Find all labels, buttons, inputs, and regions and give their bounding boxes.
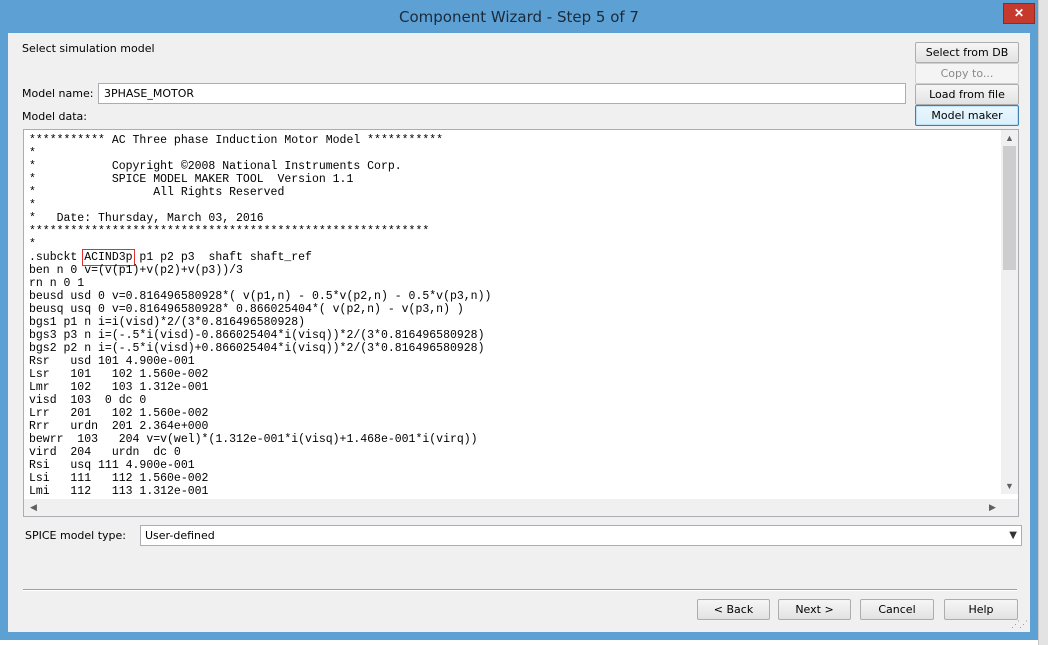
- close-button[interactable]: ✕: [1003, 3, 1035, 24]
- back-button[interactable]: < Back: [697, 599, 770, 620]
- code-line: * SPICE MODEL MAKER TOOL Version 1.1: [29, 173, 354, 186]
- model-name-input[interactable]: 3PHASE_MOTOR: [98, 83, 906, 104]
- scroll-up-icon[interactable]: ▲: [1001, 133, 1018, 143]
- select-from-db-button[interactable]: Select from DB: [915, 42, 1019, 63]
- spice-model-type-label: SPICE model type:: [25, 529, 127, 542]
- resize-grip-icon[interactable]: ⋰⋰: [1011, 619, 1028, 630]
- code-line: *: [29, 238, 36, 251]
- code-line: .subckt ACIND3p p1 p2 p3 shaft shaft_ref: [29, 249, 312, 266]
- code-line: ****************************************…: [29, 225, 430, 238]
- next-button[interactable]: Next >: [778, 599, 851, 620]
- component-wizard-window: Component Wizard - Step 5 of 7 ✕ Select …: [0, 0, 1038, 640]
- chevron-down-icon[interactable]: ▼: [1009, 526, 1017, 545]
- scroll-left-icon[interactable]: ◀: [25, 502, 42, 513]
- code-line: beusd usd 0 v=0.816496580928*( v(p1,n) -…: [29, 290, 492, 303]
- copy-to-button[interactable]: Copy to...: [915, 63, 1019, 84]
- model-data-editor[interactable]: *********** AC Three phase Induction Mot…: [23, 129, 1019, 517]
- spice-model-type-select[interactable]: User-defined ▼: [140, 525, 1022, 546]
- code-line: *: [29, 147, 36, 160]
- spice-model-type-value: User-defined: [145, 529, 215, 542]
- code-line: * Date: Thursday, March 03, 2016: [29, 212, 264, 225]
- scroll-down-icon[interactable]: ▼: [1001, 481, 1018, 491]
- window-title: Component Wizard - Step 5 of 7: [399, 8, 639, 26]
- code-line: *: [29, 199, 36, 212]
- wizard-content: Select simulation model Select from DB C…: [8, 33, 1030, 632]
- close-icon: ✕: [1013, 6, 1025, 20]
- vertical-scrollbar[interactable]: ▲ ▼: [1001, 130, 1018, 494]
- highlighted-subckt-name[interactable]: ACIND3p: [82, 249, 135, 266]
- scroll-right-icon[interactable]: ▶: [984, 502, 1001, 513]
- model-maker-button[interactable]: Model maker: [915, 105, 1019, 126]
- model-data-label: Model data:: [22, 110, 88, 123]
- code-line: Rsi usq 111 4.900e-001: [29, 459, 195, 472]
- code-line: bgs1 p1 n i=i(visd)*2/(3*0.816496580928): [29, 316, 306, 329]
- code-line: Lmi 112 113 1.312e-001: [29, 485, 209, 496]
- code-line: rn n 0 1: [29, 277, 85, 290]
- vertical-scroll-thumb[interactable]: [1003, 146, 1016, 270]
- code-line: Rsr usd 101 4.900e-001: [29, 355, 195, 368]
- code-line: * Copyright ©2008 National Instruments C…: [29, 160, 402, 173]
- code-line: * All Rights Reserved: [29, 186, 285, 199]
- code-line: beusq usq 0 v=0.816496580928* 0.86602540…: [29, 303, 464, 316]
- code-line: bewrr 103 204 v=v(wel)*(1.312e-001*i(vis…: [29, 433, 478, 446]
- cancel-button[interactable]: Cancel: [860, 599, 934, 620]
- scrollbar-corner: [1001, 499, 1018, 516]
- model-data-text[interactable]: *********** AC Three phase Induction Mot…: [29, 134, 999, 496]
- code-line: Lrr 201 102 1.560e-002: [29, 407, 209, 420]
- title-bar[interactable]: Component Wizard - Step 5 of 7 ✕: [0, 0, 1038, 33]
- horizontal-scrollbar[interactable]: ◀ ▶: [24, 499, 1002, 516]
- model-name-label: Model name:: [22, 87, 94, 100]
- code-line: ben n 0 v=(v(p1)+v(p2)+v(p3))/3: [29, 264, 243, 277]
- code-line: bgs3 p3 n i=(-.5*i(visd)-0.866025404*i(v…: [29, 329, 485, 342]
- code-line: bgs2 p2 n i=(-.5*i(visd)+0.866025404*i(v…: [29, 342, 485, 355]
- code-line: Rrr urdn 201 2.364e+000: [29, 420, 209, 433]
- code-line: Lmr 102 103 1.312e-001: [29, 381, 209, 394]
- background-window-edge: [1038, 0, 1048, 645]
- code-line: *********** AC Three phase Induction Mot…: [29, 134, 444, 147]
- section-label: Select simulation model: [22, 42, 155, 55]
- footer-separator: [23, 589, 1017, 591]
- load-from-file-button[interactable]: Load from file: [915, 84, 1019, 105]
- code-line: Lsr 101 102 1.560e-002: [29, 368, 209, 381]
- code-line: visd 103 0 dc 0: [29, 394, 147, 407]
- help-button[interactable]: Help: [944, 599, 1018, 620]
- code-line: Lsi 111 112 1.560e-002: [29, 472, 209, 485]
- code-line: vird 204 urdn dc 0: [29, 446, 181, 459]
